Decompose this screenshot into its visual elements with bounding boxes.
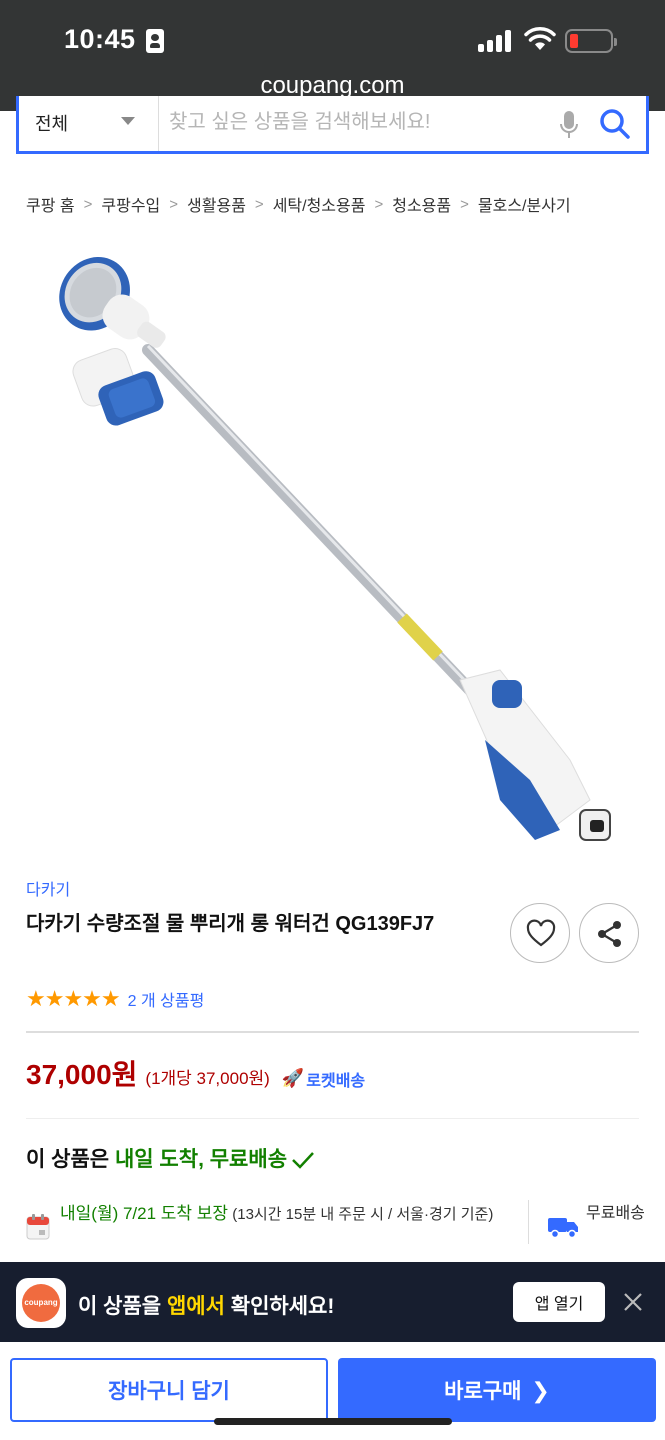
- search-bar: 전체: [16, 96, 649, 154]
- open-app-button[interactable]: 앱 열기: [513, 1282, 605, 1322]
- divider: [26, 1118, 639, 1119]
- divider: [26, 1031, 639, 1033]
- heart-icon: [526, 919, 556, 947]
- chevron-right-icon: ❯: [531, 1378, 550, 1403]
- chevron-down-icon: [121, 117, 135, 125]
- search-category-label: 전체: [35, 114, 69, 134]
- star-rating-icon: ★★★★★: [26, 986, 121, 1011]
- wishlist-button[interactable]: [510, 903, 570, 963]
- breadcrumb-item[interactable]: 물호스/분사기: [478, 192, 571, 216]
- check-icon: [292, 1152, 314, 1170]
- rocket-icon: 🚀: [281, 1068, 305, 1088]
- banner-text-suffix: 확인하세요!: [224, 1295, 335, 1318]
- sale-price: 37,000원: [26, 1059, 138, 1090]
- brand-link[interactable]: 다카기: [26, 876, 70, 900]
- breadcrumb-item[interactable]: 세탁/청소용품: [273, 192, 366, 216]
- breadcrumb-item[interactable]: 쿠팡 홈: [26, 192, 75, 216]
- app-logo-text: coupang: [22, 1284, 60, 1322]
- close-icon[interactable]: [622, 1291, 644, 1313]
- delivery-headline-prefix: 이 상품은: [26, 1148, 115, 1171]
- search-icon[interactable]: [599, 108, 631, 140]
- rocket-delivery-label: 로켓배송: [306, 1072, 366, 1090]
- add-to-cart-button[interactable]: 장바구니 담기: [10, 1358, 328, 1422]
- breadcrumb-item[interactable]: 청소용품: [392, 192, 451, 216]
- bottom-action-bar: 장바구니 담기 바로구매 ❯: [0, 1342, 665, 1440]
- chevron-right-icon: >: [254, 195, 264, 213]
- unit-price: (1개당 37,000원): [145, 1069, 270, 1088]
- breadcrumb-item[interactable]: 생활용품: [187, 192, 246, 216]
- app-promo-banner: coupang 이 상품을 앱에서 확인하세요! 앱 열기: [0, 1262, 665, 1342]
- breadcrumb-item[interactable]: 쿠팡수입: [101, 192, 160, 216]
- wifi-icon: [524, 27, 556, 50]
- chevron-right-icon: >: [460, 195, 469, 213]
- product-rating[interactable]: ★★★★★ 2 개 상품평: [26, 986, 204, 1012]
- microphone-icon[interactable]: [559, 110, 579, 140]
- browser-chrome: 10:45 coupang.com: [0, 0, 665, 111]
- calendar-icon: [26, 1214, 50, 1240]
- truck-icon: [548, 1218, 578, 1239]
- status-time: 10:45: [64, 24, 136, 54]
- price-row: 37,000원 (1개당 37,000원) 🚀 로켓배송: [26, 1053, 365, 1093]
- home-indicator: [214, 1418, 452, 1425]
- divider: [528, 1200, 529, 1244]
- buy-now-button[interactable]: 바로구매 ❯: [338, 1358, 656, 1422]
- delivery-headline-highlight: 내일 도착, 무료배송: [114, 1148, 288, 1171]
- coupang-app-logo: coupang: [16, 1278, 66, 1328]
- review-count-link[interactable]: 2 개 상품평: [128, 987, 205, 1011]
- chevron-right-icon: >: [374, 195, 384, 213]
- banner-text-prefix: 이 상품을: [78, 1295, 167, 1318]
- search-input[interactable]: [169, 104, 549, 140]
- arrival-info: 내일(월) 7/21 도착 보장 (13시간 15분 내 주문 시 / 서울·경…: [60, 1201, 520, 1228]
- banner-text-highlight: 앱에서: [166, 1295, 225, 1318]
- share-button[interactable]: [579, 903, 639, 963]
- banner-message: 이 상품을 앱에서 확인하세요!: [78, 1290, 334, 1320]
- rocket-delivery-badge: 🚀 로켓배송: [282, 1067, 365, 1091]
- product-image[interactable]: [30, 240, 630, 860]
- arrival-guarantee: 내일(월) 7/21 도착 보장: [60, 1204, 229, 1223]
- buy-now-label: 바로구매: [444, 1380, 522, 1403]
- chevron-right-icon: >: [169, 195, 179, 213]
- battery-low-icon: [565, 29, 617, 53]
- delivery-headline: 이 상품은 내일 도착, 무료배송: [26, 1143, 315, 1173]
- product-title: 다카기 수량조절 물 뿌리개 롱 워터건 QG139FJ7: [26, 913, 435, 935]
- chevron-right-icon: >: [83, 195, 93, 213]
- arrival-note: (13시간 15분 내 주문 시 / 서울·경기 기준): [228, 1206, 494, 1223]
- id-card-icon: [146, 29, 164, 53]
- share-icon: [598, 921, 621, 947]
- free-shipping-label: 무료배송: [586, 1205, 645, 1222]
- search-category-select[interactable]: 전체: [19, 96, 159, 151]
- cellular-signal-icon: [478, 30, 514, 52]
- breadcrumb: 쿠팡 홈 > 쿠팡수입 > 생활용품 > 세탁/청소용품 > 청소용품 > 물호…: [26, 192, 571, 216]
